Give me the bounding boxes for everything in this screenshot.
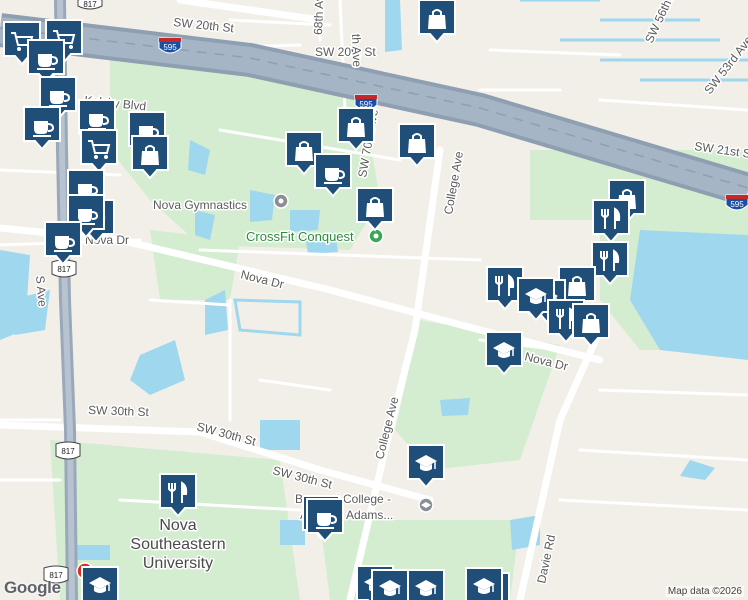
map-canvas[interactable]: SW 20th St SW 20th St 68th Ave th Ave Ko… [0,0,748,600]
shield-label: 817 [57,265,71,274]
state-road-shield: 817 [77,0,103,10]
poi-marker-college[interactable] [418,497,434,513]
poi-pin-school[interactable] [371,569,409,600]
street-label: SW 30th St [88,403,150,419]
street-label: 68th Ave [311,0,327,35]
interstate-shield: 595 [158,37,182,54]
poi-pin-school[interactable] [81,566,119,600]
street-label: th Ave [349,34,364,68]
place-label[interactable]: Nova [158,516,198,536]
shield-label: 595 [730,200,744,209]
shield-label: 817 [83,0,97,9]
shield-label: 595 [163,43,177,52]
state-road-shield: 817 [55,441,81,460]
place-label[interactable]: Nova Gymnastics [152,197,249,214]
street-label: SW 20th St [315,45,376,59]
place-label[interactable]: University [141,554,214,574]
google-logo: Google [4,578,61,597]
poi-pin-school[interactable] [407,569,445,600]
poi-pin-school[interactable] [465,567,503,600]
street-label: S Ave [33,275,50,308]
shield-label: 817 [61,447,75,456]
interstate-shield: 595 [725,194,748,211]
place-label[interactable]: Southeastern [129,535,227,555]
poi-marker-crossfit[interactable] [368,228,384,244]
poi-marker-gym[interactable] [273,193,289,209]
map-attribution[interactable]: Map data ©2026 [665,586,744,597]
place-label[interactable]: CrossFit Conquest [245,228,356,246]
